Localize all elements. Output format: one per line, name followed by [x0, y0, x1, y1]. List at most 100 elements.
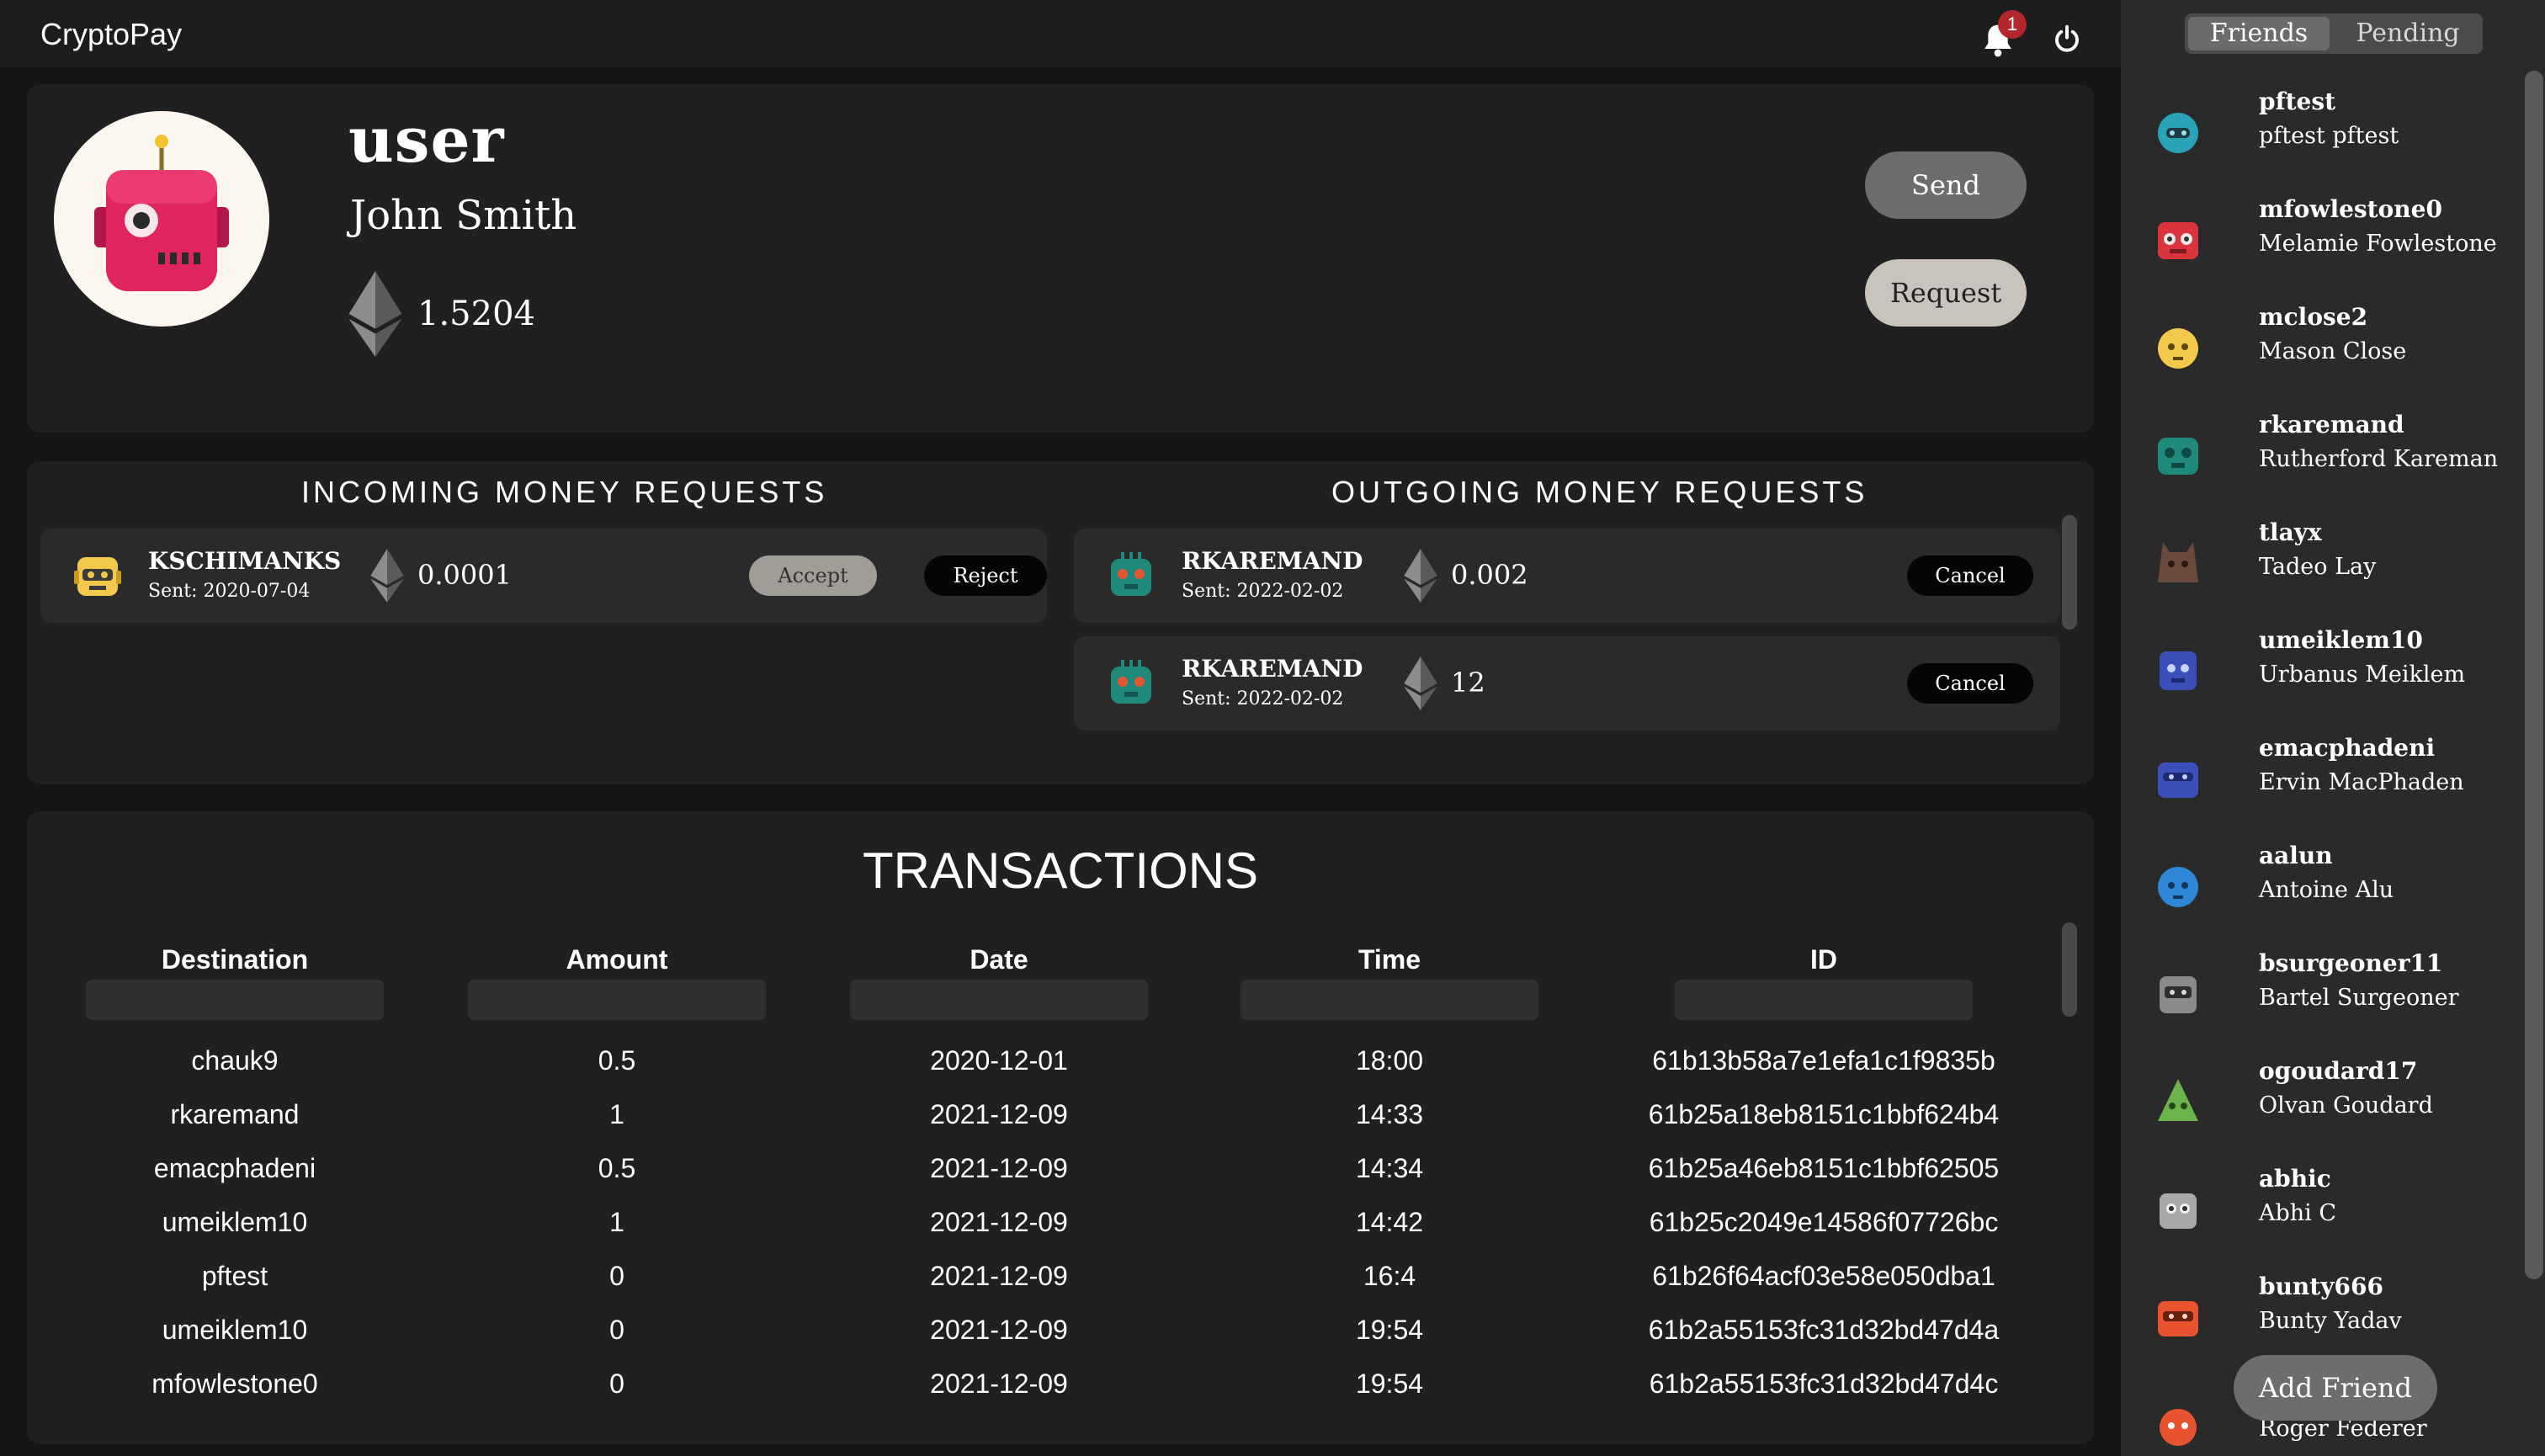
request-button[interactable]: Request: [1865, 259, 2027, 327]
friend-username: tlayx: [2259, 518, 2322, 546]
robot-avatar-icon: [2158, 1301, 2198, 1336]
friend-full-name: Mason Close: [2259, 338, 2407, 364]
ethereum-icon: [1404, 549, 1437, 603]
cell-destination: mfowlestone0: [151, 1368, 318, 1399]
cell-date: 2021-12-09: [930, 1207, 1068, 1237]
add-friend-button[interactable]: Add Friend: [2234, 1355, 2437, 1421]
cell-amount: 0.5: [598, 1153, 636, 1183]
cancel-button[interactable]: Cancel: [1907, 555, 2033, 596]
friend-item[interactable]: tlayx Tadeo Lay: [2151, 518, 2521, 613]
friend-username: aalun: [2259, 842, 2333, 869]
robot-avatar-icon: [2160, 1193, 2197, 1229]
cell-destination: rkaremand: [170, 1099, 300, 1129]
friend-item[interactable]: bsurgeoner11 Bartel Surgeoner: [2151, 949, 2521, 1044]
outgoing-requests-scrollbar[interactable]: [2062, 515, 2077, 630]
cell-amount: 0: [609, 1368, 624, 1399]
send-button[interactable]: Send: [1865, 151, 2027, 219]
friend-item[interactable]: umeiklem10 Urbanus Meiklem: [2151, 626, 2521, 720]
cell-time: 16:4: [1363, 1261, 1416, 1291]
friend-username: bsurgeoner11: [2259, 949, 2443, 977]
request-date: Sent: 2022-02-02: [1182, 688, 1344, 709]
cell-id: 61b26f64acf03e58e050dba1: [1652, 1261, 1995, 1291]
transactions-scrollbar[interactable]: [2062, 922, 2077, 1017]
profile-avatar: [54, 111, 269, 327]
friend-item[interactable]: pftest pftest pftest: [2151, 88, 2521, 182]
amount-filter-input[interactable]: [468, 980, 766, 1020]
cell-id: 61b25c2049e14586f07726bc: [1649, 1207, 1999, 1237]
tab-pending[interactable]: Pending: [2336, 17, 2479, 50]
robot-avatar-icon: [2158, 763, 2198, 798]
friends-scrollbar[interactable]: [2525, 71, 2543, 1279]
cell-id: 61b2a55153fc31d32bd47d4c: [1649, 1368, 1999, 1399]
friend-full-name: Antoine Alu: [2259, 877, 2394, 903]
friend-item[interactable]: rkaremand Rutherford Kareman: [2151, 411, 2521, 505]
request-amount: 0.0001: [417, 559, 512, 591]
robot-avatar-icon: [2160, 651, 2197, 690]
cell-date: 2021-12-09: [930, 1315, 1068, 1345]
friend-username: mclose2: [2259, 303, 2368, 331]
cell-destination: chauk9: [191, 1045, 279, 1076]
robot-avatar-icon: [94, 135, 229, 291]
cell-time: 14:34: [1355, 1153, 1424, 1183]
friend-item[interactable]: mclose2 Mason Close: [2151, 303, 2521, 397]
cell-time: 14:42: [1355, 1207, 1424, 1237]
cell-id: 61b25a46eb8151c1bbf62505: [1648, 1153, 2000, 1183]
friend-item[interactable]: emacphadeni Ervin MacPhaden: [2151, 734, 2521, 828]
cell-amount: 1: [609, 1099, 624, 1129]
robot-avatar-icon: [2158, 113, 2198, 153]
cancel-button[interactable]: Cancel: [1907, 663, 2033, 704]
transactions-panel: TRANSACTIONS Destination Amount Date Tim…: [27, 811, 2094, 1444]
robot-avatar-icon: [74, 557, 121, 596]
ethereum-icon: [1404, 656, 1437, 710]
request-username: KSCHIMANKS: [148, 547, 342, 575]
outgoing-requests-heading: OUTGOING MONEY REQUESTS: [1331, 475, 1868, 509]
column-header-date: Date: [970, 944, 1028, 975]
friend-full-name: Bunty Yadav: [2259, 1308, 2402, 1334]
request-username: RKAREMAND: [1182, 655, 1363, 683]
cell-destination: pftest: [201, 1261, 268, 1291]
cell-amount: 1: [609, 1207, 624, 1237]
request-amount: 0.002: [1451, 559, 1528, 591]
friend-username: ogoudard17: [2259, 1057, 2418, 1085]
friends-tabs: Friends Pending: [2185, 13, 2483, 54]
cell-time: 18:00: [1355, 1045, 1424, 1076]
friend-username: abhic: [2259, 1165, 2331, 1193]
date-filter-input[interactable]: [850, 980, 1148, 1020]
cell-destination: umeiklem10: [162, 1315, 308, 1345]
id-filter-input[interactable]: [1675, 980, 1973, 1020]
incoming-requests-heading: INCOMING MONEY REQUESTS: [301, 475, 828, 509]
profile-full-name: John Smith: [350, 192, 577, 239]
robot-avatar-icon: [2158, 542, 2198, 582]
profile-panel: user John Smith 1.5204 Send Request: [27, 84, 2094, 433]
time-filter-input[interactable]: [1241, 980, 1538, 1020]
outgoing-request-card: RKAREMAND Sent: 2022-02-02 0.002 Cancel: [1074, 529, 2060, 623]
tab-friends[interactable]: Friends: [2188, 17, 2330, 50]
friend-username: umeiklem10: [2259, 626, 2423, 654]
friend-item[interactable]: ogoudard17 Olvan Goudard: [2151, 1057, 2521, 1151]
friend-username: mfowlestone0: [2259, 195, 2442, 223]
cell-amount: 0: [609, 1261, 624, 1291]
friend-full-name: Rutherford Kareman: [2259, 446, 2499, 472]
cell-date: 2020-12-01: [930, 1045, 1068, 1076]
destination-filter-input[interactable]: [86, 980, 384, 1020]
cell-date: 2021-12-09: [930, 1368, 1068, 1399]
cell-id: 61b2a55153fc31d32bd47d4a: [1648, 1315, 2000, 1345]
friend-item[interactable]: aalun Antoine Alu: [2151, 842, 2521, 936]
friend-item[interactable]: bunty666 Bunty Yadav: [2151, 1273, 2521, 1367]
accept-button[interactable]: Accept: [749, 555, 877, 596]
power-icon[interactable]: [2052, 24, 2082, 54]
friend-full-name: pftest pftest: [2259, 123, 2399, 149]
friend-item[interactable]: abhic Abhi C: [2151, 1165, 2521, 1259]
cell-id: 61b13b58a7e1efa1c1f9835b: [1652, 1045, 1995, 1076]
friend-full-name: Urbanus Meiklem: [2259, 662, 2466, 688]
robot-avatar-icon: [2158, 438, 2198, 475]
top-bar: CryptoPay 1: [0, 0, 2121, 67]
ethereum-icon: [348, 271, 402, 357]
friend-item[interactable]: mfowlestone0 Melamie Fowlestone: [2151, 195, 2521, 290]
friend-full-name: Melamie Fowlestone: [2259, 231, 2497, 257]
cell-date: 2021-12-09: [930, 1099, 1068, 1129]
reject-button[interactable]: Reject: [924, 555, 1047, 596]
profile-balance: 1.5204: [417, 295, 535, 333]
cell-destination: umeiklem10: [162, 1207, 308, 1237]
robot-avatar-icon: [2160, 1409, 2197, 1446]
